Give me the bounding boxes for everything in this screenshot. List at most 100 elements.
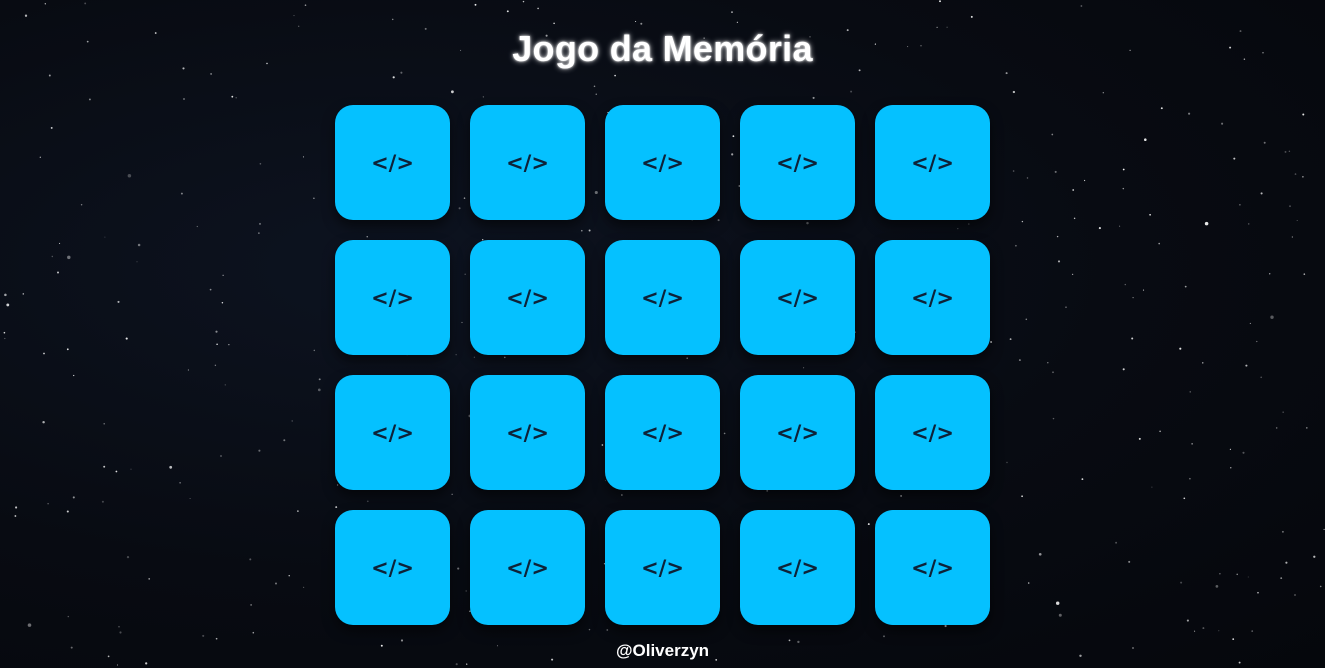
star — [116, 664, 119, 666]
star — [1122, 187, 1125, 190]
star — [67, 255, 71, 260]
star — [1230, 467, 1232, 469]
star — [850, 90, 853, 93]
star — [4, 293, 7, 297]
star — [250, 604, 252, 606]
code-icon: </> — [371, 420, 414, 445]
star — [640, 22, 643, 25]
memory-card[interactable]: </> — [875, 240, 990, 355]
star — [1026, 177, 1029, 179]
star — [73, 374, 75, 377]
star — [1302, 175, 1304, 178]
memory-card[interactable]: </> — [470, 240, 585, 355]
memory-card[interactable]: </> — [875, 510, 990, 625]
memory-card[interactable]: </> — [605, 375, 720, 490]
star — [1052, 417, 1055, 420]
star — [1025, 318, 1028, 321]
star — [1054, 170, 1057, 173]
star — [1247, 223, 1250, 225]
star — [196, 225, 198, 228]
star — [24, 14, 28, 17]
star — [1229, 448, 1231, 450]
star — [27, 623, 32, 627]
memory-card[interactable]: </> — [875, 105, 990, 220]
star — [1072, 189, 1075, 191]
memory-card[interactable]: </> — [470, 105, 585, 220]
star — [1131, 337, 1134, 340]
code-icon: </> — [371, 150, 414, 175]
star — [1236, 573, 1238, 576]
star — [1122, 168, 1125, 171]
star — [731, 11, 733, 13]
star — [1021, 220, 1024, 223]
star — [1009, 338, 1012, 341]
code-icon: </> — [506, 150, 549, 175]
star — [1294, 594, 1296, 596]
star — [1219, 573, 1221, 575]
star — [1142, 289, 1145, 291]
star — [1257, 591, 1259, 594]
memory-card[interactable]: </> — [335, 105, 450, 220]
star — [1289, 205, 1291, 208]
star — [1179, 347, 1182, 350]
star — [103, 465, 106, 468]
star — [67, 615, 70, 618]
star — [1018, 359, 1021, 362]
star — [117, 300, 120, 303]
star — [252, 631, 255, 634]
memory-card[interactable]: </> — [605, 510, 720, 625]
star — [313, 349, 316, 352]
memory-card[interactable]: </> — [335, 510, 450, 625]
memory-card[interactable]: </> — [740, 375, 855, 490]
star — [219, 454, 223, 458]
star — [455, 663, 458, 666]
star — [553, 22, 555, 25]
memory-card[interactable]: </> — [605, 240, 720, 355]
star — [136, 261, 138, 263]
star — [1313, 555, 1316, 558]
star — [3, 331, 6, 334]
star — [1202, 627, 1205, 630]
memory-card[interactable]: </> — [470, 375, 585, 490]
memory-card[interactable]: </> — [740, 510, 855, 625]
memory-card[interactable]: </> — [740, 105, 855, 220]
star — [1056, 235, 1059, 238]
star — [990, 341, 993, 343]
star — [258, 449, 261, 452]
star — [258, 222, 262, 225]
star — [1038, 552, 1042, 556]
memory-card[interactable]: </> — [875, 375, 990, 490]
star — [1251, 630, 1254, 632]
star — [1204, 221, 1209, 226]
star — [103, 422, 105, 425]
star — [302, 586, 305, 589]
star — [80, 203, 83, 206]
star — [1189, 477, 1191, 480]
code-icon: </> — [776, 420, 819, 445]
star — [1263, 141, 1266, 144]
star — [1291, 236, 1293, 238]
memory-card[interactable]: </> — [335, 240, 450, 355]
star — [125, 337, 128, 340]
star — [1159, 430, 1161, 433]
star — [216, 343, 218, 346]
star — [6, 303, 10, 307]
star — [1055, 601, 1060, 605]
star — [56, 271, 60, 274]
star — [1051, 133, 1054, 136]
star — [614, 74, 616, 77]
star — [635, 20, 637, 23]
star — [88, 98, 91, 101]
star — [1124, 283, 1126, 286]
star — [1285, 561, 1288, 564]
star — [1122, 368, 1125, 371]
star — [1242, 451, 1245, 454]
star — [249, 558, 252, 561]
memory-card[interactable]: </> — [740, 240, 855, 355]
star — [1296, 219, 1298, 222]
star — [72, 496, 75, 499]
memory-card[interactable]: </> — [605, 105, 720, 220]
memory-card[interactable]: </> — [335, 375, 450, 490]
star — [1071, 273, 1074, 276]
memory-card[interactable]: </> — [470, 510, 585, 625]
